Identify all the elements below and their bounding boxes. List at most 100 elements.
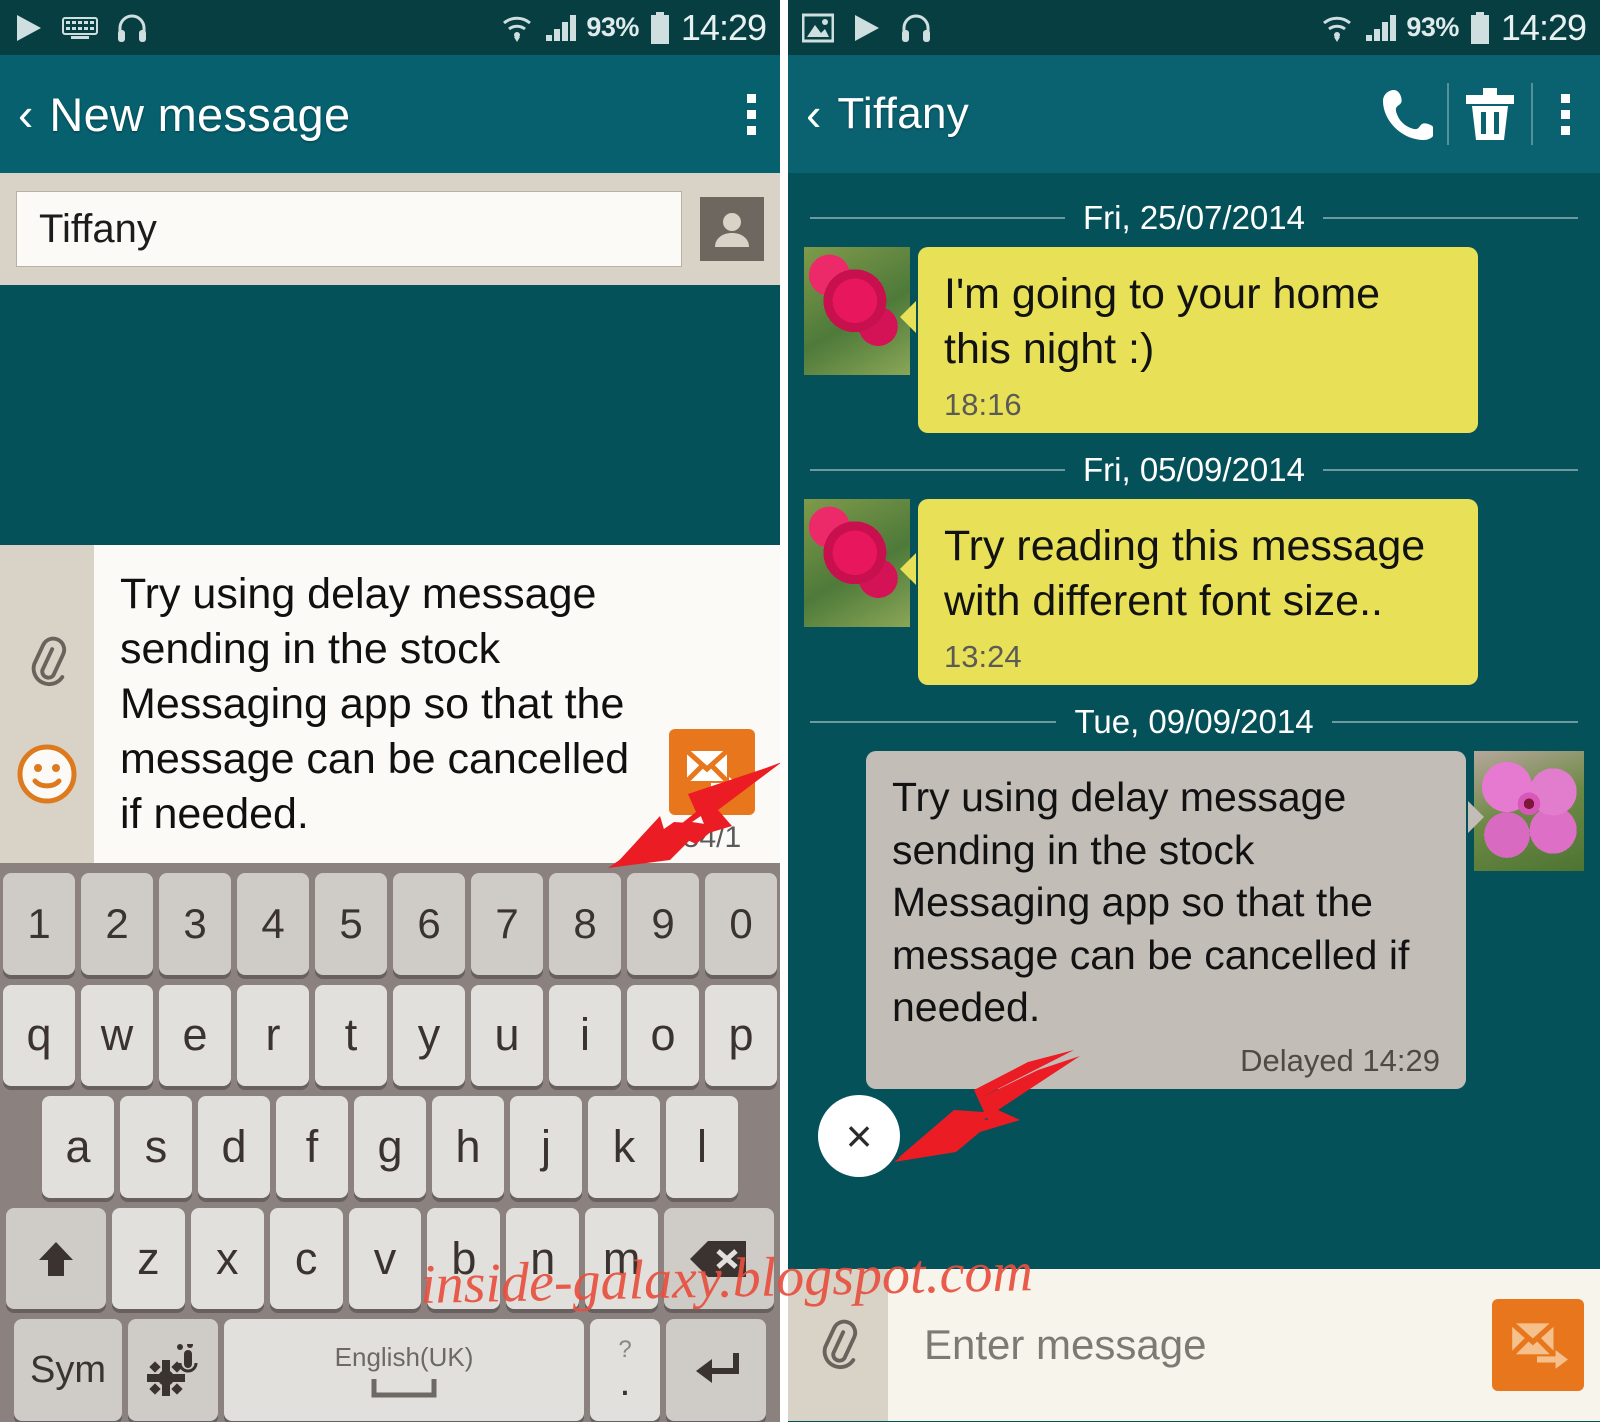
key-f[interactable]: f xyxy=(276,1096,348,1198)
key-e[interactable]: e xyxy=(159,984,231,1087)
key-q[interactable]: q xyxy=(3,984,75,1087)
date-label: Fri, 25/07/2014 xyxy=(1083,199,1305,236)
key-0[interactable]: 0 xyxy=(705,873,777,975)
delete-button[interactable] xyxy=(1463,85,1517,143)
recipient-bar: Tiffany xyxy=(0,173,780,285)
settings-mic-icon xyxy=(147,1344,198,1397)
message-bubble[interactable]: Try reading this message with different … xyxy=(900,499,1478,686)
settings-mic-key[interactable] xyxy=(128,1319,218,1421)
key-u[interactable]: u xyxy=(471,984,543,1087)
send-delayed-icon xyxy=(681,743,743,801)
message-bubble[interactable]: I'm going to your home this night :) 18:1… xyxy=(900,247,1478,434)
wifi-icon xyxy=(1320,12,1354,44)
image-icon xyxy=(801,13,835,43)
message-input[interactable]: Enter message xyxy=(888,1321,1492,1369)
red-flower-thumbnail[interactable] xyxy=(804,247,910,375)
send-button[interactable] xyxy=(1492,1299,1584,1391)
key-y[interactable]: y xyxy=(393,984,465,1087)
message-timestamp: 13:24 xyxy=(944,639,1022,675)
key-s[interactable]: s xyxy=(120,1096,192,1198)
key-w[interactable]: w xyxy=(81,984,153,1087)
red-flower-thumbnail[interactable] xyxy=(804,499,910,628)
message-timestamp: 18:16 xyxy=(944,387,1022,423)
status-clock: 14:29 xyxy=(680,6,767,48)
play-icon xyxy=(14,12,44,44)
key-k[interactable]: k xyxy=(588,1096,660,1198)
message-timestamp: Delayed 14:29 xyxy=(1240,1043,1440,1079)
message-row[interactable]: Try reading this message with different … xyxy=(804,499,1584,686)
key-p[interactable]: p xyxy=(705,984,777,1087)
key-1[interactable]: 1 xyxy=(3,873,75,975)
space-key[interactable]: English(UK) xyxy=(224,1319,584,1421)
key-l[interactable]: l xyxy=(666,1096,738,1198)
back-button[interactable]: ‹ xyxy=(18,91,33,137)
key-o[interactable]: o xyxy=(627,984,699,1087)
wifi-icon xyxy=(500,12,534,44)
contact-picker-icon xyxy=(710,207,754,251)
left-status-bar: 93% 14:29 xyxy=(0,0,780,55)
screenshot-root: 93% 14:29 ‹ New message Tiffany Try usin… xyxy=(0,0,1600,1422)
headphones-icon xyxy=(900,12,932,44)
key-i[interactable]: i xyxy=(549,984,621,1087)
left-phone-panel: 93% 14:29 ‹ New message Tiffany Try usin… xyxy=(0,0,780,1422)
conversation-list[interactable]: Fri, 25/07/2014 I'm going to your home th… xyxy=(788,173,1600,1269)
key-9[interactable]: 9 xyxy=(627,873,699,975)
key-c[interactable]: c xyxy=(269,1207,343,1310)
message-row[interactable]: I'm going to your home this night :) 18:1… xyxy=(804,247,1584,434)
more-options-button[interactable] xyxy=(1547,88,1584,141)
send-button[interactable] xyxy=(669,729,755,815)
battery-icon xyxy=(649,11,671,45)
key-j[interactable]: j xyxy=(510,1096,582,1198)
recipient-input[interactable]: Tiffany xyxy=(16,191,682,267)
paperclip-icon xyxy=(822,1319,858,1370)
key-z[interactable]: z xyxy=(112,1207,185,1310)
message-text: Try reading this message with different … xyxy=(944,522,1426,626)
period-key[interactable]: ? . xyxy=(590,1319,660,1421)
key-x[interactable]: x xyxy=(190,1207,264,1310)
paperclip-icon[interactable] xyxy=(18,633,76,691)
keyboard-row-top: qwertyuiop xyxy=(3,984,777,1087)
separator-line xyxy=(1331,721,1579,724)
message-text: I'm going to your home this night :) xyxy=(944,270,1381,374)
key-v[interactable]: v xyxy=(348,1207,422,1310)
key-7[interactable]: 7 xyxy=(471,873,543,975)
message-row[interactable]: Try using delay message sending in the s… xyxy=(804,751,1584,1090)
status-clock: 14:29 xyxy=(1500,6,1587,48)
send-area: 54/1 xyxy=(658,729,766,855)
shift-key[interactable] xyxy=(6,1207,106,1310)
cancel-delayed-message-button[interactable]: × xyxy=(818,1095,900,1177)
separator-line xyxy=(1323,469,1579,472)
key-3[interactable]: 3 xyxy=(159,873,231,975)
call-button[interactable] xyxy=(1381,86,1433,142)
trash-icon xyxy=(1466,88,1514,140)
separator-line xyxy=(810,217,1066,219)
key-d[interactable]: d xyxy=(198,1096,270,1198)
more-options-button[interactable] xyxy=(733,88,770,141)
key-4[interactable]: 4 xyxy=(237,873,309,975)
back-button[interactable]: ‹ xyxy=(806,91,821,137)
key-h[interactable]: h xyxy=(432,1096,504,1198)
message-bubble[interactable]: Try using delay message sending in the s… xyxy=(866,751,1484,1090)
period-alt-label: ? xyxy=(618,1336,632,1364)
date-separator: Fri, 05/09/2014 xyxy=(810,451,1579,489)
key-t[interactable]: t xyxy=(315,984,387,1087)
key-a[interactable]: a xyxy=(42,1096,114,1198)
key-8[interactable]: 8 xyxy=(549,873,621,975)
battery-icon xyxy=(1469,11,1491,45)
contact-picker-button[interactable] xyxy=(700,197,764,261)
key-6[interactable]: 6 xyxy=(393,873,465,975)
keyboard-row-numbers: 1234567890 xyxy=(3,873,777,975)
phone-call-icon xyxy=(1383,90,1433,140)
key-2[interactable]: 2 xyxy=(81,873,153,975)
on-screen-keyboard: 1234567890 qwertyuiop asdfghjkl zxcvbnm xyxy=(0,863,780,1422)
key-5[interactable]: 5 xyxy=(315,873,387,975)
key-g[interactable]: g xyxy=(354,1096,426,1198)
symbols-key[interactable]: Sym xyxy=(14,1319,122,1421)
enter-key[interactable] xyxy=(666,1319,766,1421)
violet-flower-thumbnail[interactable] xyxy=(1474,751,1584,872)
left-action-bar: ‹ New message xyxy=(0,55,780,173)
key-r[interactable]: r xyxy=(237,984,309,1087)
emoji-smiley-icon[interactable] xyxy=(16,743,78,805)
headphones-icon xyxy=(116,12,148,44)
compose-row: Try using delay message sending in the s… xyxy=(0,545,780,863)
